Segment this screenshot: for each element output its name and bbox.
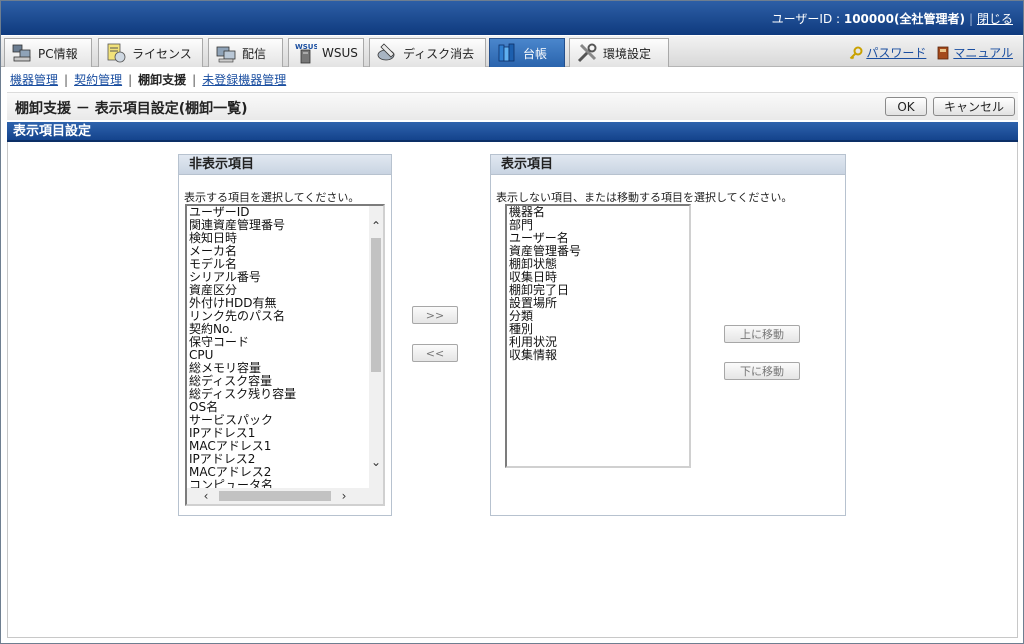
- tab-distribution[interactable]: 配信: [208, 38, 283, 67]
- scroll-thumb[interactable]: [219, 491, 331, 501]
- tab-pc-info[interactable]: PC情報: [4, 38, 92, 67]
- settings-icon: [576, 42, 598, 64]
- distribution-icon: [215, 42, 237, 64]
- scroll-up-arrow-icon[interactable]: ⌃: [369, 220, 383, 232]
- manual-link[interactable]: マニュアル: [953, 44, 1013, 61]
- subnav-device-management[interactable]: 機器管理: [10, 73, 58, 87]
- tab-label: ディスク消去: [403, 46, 475, 61]
- scroll-right-arrow-icon[interactable]: ›: [337, 490, 351, 502]
- top-bar: ユーザーID : 100000(全社管理者) | 閉じる: [1, 1, 1023, 35]
- ok-button[interactable]: OK: [885, 97, 927, 116]
- user-id-label: ユーザーID :: [771, 12, 844, 26]
- key-icon: [849, 46, 863, 60]
- shown-items-list: 機器名 部門 ユーザー名 資産管理番号 棚卸状態 収集日時 棚卸完了日 設置場所 分類 種別 利用状…: [509, 206, 581, 362]
- remove-from-shown-button[interactable]: <<: [412, 344, 458, 362]
- cancel-button[interactable]: キャンセル: [933, 97, 1015, 116]
- tab-label: 配信: [242, 46, 267, 61]
- separator: |: [968, 12, 973, 26]
- main-menu-bar: PC情報 ライセンス 配信 WSUS WSUS ディスク消去 台帳 環境設定 パ…: [1, 36, 1023, 67]
- subnav-unregistered-devices[interactable]: 未登録機器管理: [202, 73, 286, 87]
- tab-ledger[interactable]: 台帳: [489, 38, 565, 67]
- tab-wsus[interactable]: WSUS WSUS: [288, 38, 364, 67]
- tab-disk-erase[interactable]: ディスク消去: [369, 38, 486, 67]
- user-info: ユーザーID : 100000(全社管理者) | 閉じる: [772, 10, 1013, 27]
- pc-icon: [11, 42, 33, 64]
- add-to-shown-button[interactable]: >>: [412, 306, 458, 324]
- manual-book-icon: [936, 46, 950, 60]
- scroll-thumb[interactable]: [371, 238, 381, 372]
- scroll-left-arrow-icon[interactable]: ‹: [199, 490, 213, 502]
- shown-items-panel: 表示項目 表示しない項目、または移動する項目を選択してください。 機器名 部門 ユー…: [490, 154, 846, 516]
- move-down-button[interactable]: 下に移動: [724, 362, 800, 380]
- menu-right-links: パスワード マニュアル: [849, 44, 1013, 61]
- vertical-scrollbar[interactable]: ⌃ ⌄: [369, 206, 383, 488]
- sub-navigation: 機器管理 | 契約管理 | 棚卸支援 | 未登録機器管理: [10, 73, 287, 87]
- hidden-items-listbox[interactable]: ユーザーID 関連資産管理番号 検知日時 メーカ名 モデル名 シリアル番号 資産区分 外付けH…: [185, 204, 385, 506]
- hidden-items-title: 非表示項目: [179, 155, 391, 175]
- scroll-down-arrow-icon[interactable]: ⌄: [369, 456, 383, 468]
- page-title-bar: 棚卸支援 － 表示項目設定(棚卸一覧) OK キャンセル: [7, 92, 1018, 120]
- hidden-items-list: ユーザーID 関連資産管理番号 検知日時 メーカ名 モデル名 シリアル番号 資産区分 外付けH…: [189, 206, 296, 492]
- hidden-items-panel: 非表示項目 表示する項目を選択してください。 ユーザーID 関連資産管理番号 検知日…: [178, 154, 392, 516]
- tab-label: PC情報: [38, 46, 78, 61]
- horizontal-scrollbar[interactable]: ‹ ›: [187, 488, 383, 504]
- tab-label: ライセンス: [132, 46, 192, 61]
- user-id-value: 100000(全社管理者): [843, 12, 965, 26]
- wsus-icon: WSUS: [295, 42, 319, 64]
- tab-settings[interactable]: 環境設定: [569, 38, 669, 67]
- disk-erase-icon: [376, 42, 398, 64]
- shown-items-title: 表示項目: [491, 155, 845, 175]
- section-title: 表示項目設定: [7, 122, 1018, 142]
- password-link[interactable]: パスワード: [866, 44, 926, 61]
- list-item[interactable]: 収集情報: [509, 349, 581, 362]
- tab-label: WSUS: [322, 46, 358, 60]
- page-title: 棚卸支援 － 表示項目設定(棚卸一覧): [15, 101, 248, 117]
- subnav-contract-management[interactable]: 契約管理: [74, 73, 122, 87]
- move-up-button[interactable]: 上に移動: [724, 325, 800, 343]
- subnav-inventory-support: 棚卸支援: [138, 73, 187, 87]
- ledger-icon: [496, 42, 518, 64]
- tab-label: 環境設定: [603, 46, 652, 61]
- license-icon: [105, 42, 127, 64]
- shown-items-listbox[interactable]: 機器名 部門 ユーザー名 資産管理番号 棚卸状態 収集日時 棚卸完了日 設置場所 分類 種別 利用状…: [505, 204, 691, 468]
- hidden-items-hint: 表示する項目を選択してください。: [184, 191, 360, 204]
- shown-items-hint: 表示しない項目、または移動する項目を選択してください。: [496, 191, 793, 204]
- logout-link[interactable]: 閉じる: [977, 12, 1013, 26]
- tab-label: 台帳: [523, 46, 548, 61]
- tab-license[interactable]: ライセンス: [98, 38, 203, 67]
